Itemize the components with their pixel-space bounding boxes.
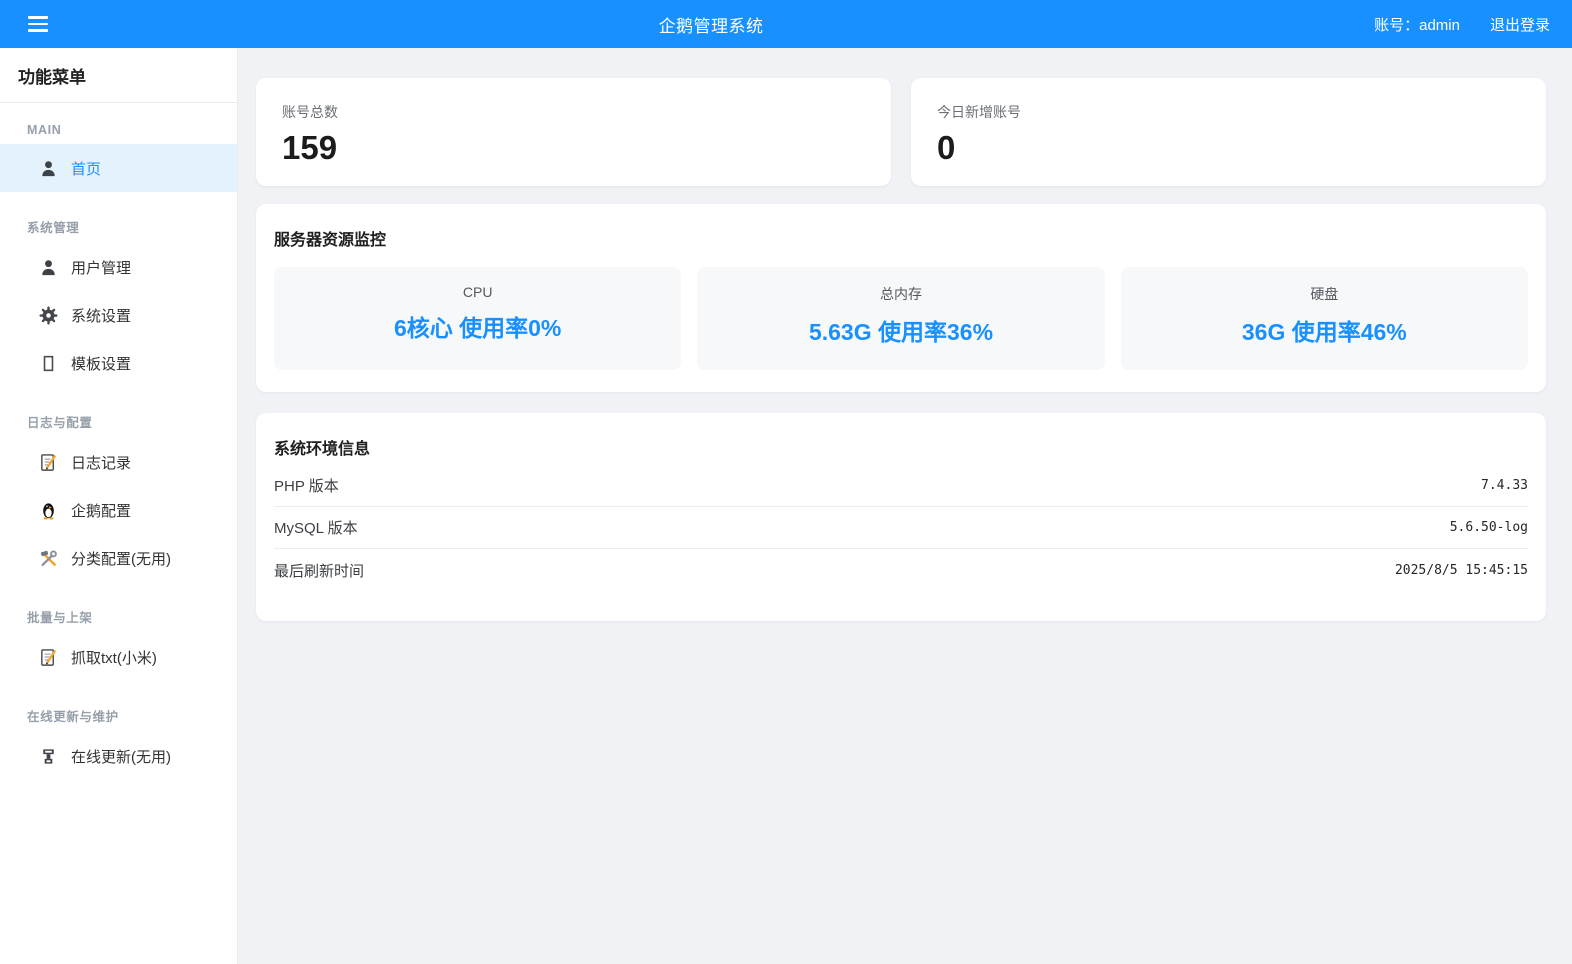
sidebar-section-update: 在线更新与维护: [27, 706, 209, 725]
sidebar-section-batch: 批量与上架: [27, 607, 209, 626]
sidebar-item-label: 首页: [71, 158, 101, 179]
env-row-php-version: PHP 版本 7.4.33: [274, 465, 1528, 507]
main-content: 账号总数 159 今日新增账号 0 服务器资源监控 CPU 6核心 使用率0% …: [238, 48, 1572, 964]
sidebar-item-grab-txt[interactable]: 抓取txt(小米): [0, 633, 237, 681]
metric-label: 硬盘: [1121, 284, 1528, 304]
sidebar-section-main: MAIN: [27, 123, 209, 137]
env-label: PHP 版本: [274, 475, 339, 496]
environment-title: 系统环境信息: [274, 435, 1528, 459]
logout-link[interactable]: 退出登录: [1490, 14, 1550, 35]
env-label: 最后刷新时间: [274, 560, 364, 581]
penguin-icon: [38, 500, 58, 520]
sidebar-item-penguin-config[interactable]: 企鹅配置: [0, 486, 237, 534]
plugin-icon: [38, 746, 58, 766]
user-icon: [38, 257, 58, 277]
stat-card-total-accounts: 账号总数 159: [256, 78, 891, 186]
metric-value: 36G 使用率46%: [1121, 313, 1528, 347]
stat-value: 159: [282, 130, 865, 166]
sidebar-item-label: 模板设置: [71, 353, 131, 374]
sidebar-item-system-settings[interactable]: 系统设置: [0, 291, 237, 339]
sidebar-section-logs: 日志与配置: [27, 412, 209, 431]
top-header: 企鹅管理系统 账号：admin 退出登录: [0, 0, 1572, 48]
stat-label: 今日新增账号: [937, 102, 1520, 122]
metric-value: 6核心 使用率0%: [274, 309, 681, 343]
metric-card-disk: 硬盘 36G 使用率46%: [1121, 267, 1528, 370]
gear-icon: [38, 305, 58, 325]
metric-card-cpu: CPU 6核心 使用率0%: [274, 267, 681, 370]
metric-label: 总内存: [697, 284, 1104, 304]
env-value: 7.4.33: [1481, 478, 1528, 493]
hamburger-menu-icon[interactable]: [28, 16, 48, 32]
memo-icon: [38, 647, 58, 667]
env-row-mysql-version: MySQL 版本 5.6.50-log: [274, 507, 1528, 549]
sidebar-item-label: 分类配置(无用): [71, 548, 171, 569]
sidebar-item-user-management[interactable]: 用户管理: [0, 243, 237, 291]
template-icon: [38, 353, 58, 373]
sidebar-item-label: 企鹅配置: [71, 500, 131, 521]
sidebar-item-log-records[interactable]: 日志记录: [0, 438, 237, 486]
stat-card-new-accounts-today: 今日新增账号 0: [911, 78, 1546, 186]
sidebar-item-label: 抓取txt(小米): [71, 647, 157, 668]
metric-card-memory: 总内存 5.63G 使用率36%: [697, 267, 1104, 370]
environment-panel: 系统环境信息 PHP 版本 7.4.33 MySQL 版本 5.6.50-log…: [256, 413, 1546, 621]
sidebar-item-label: 日志记录: [71, 452, 131, 473]
env-value: 2025/8/5 15:45:15: [1395, 563, 1528, 578]
sidebar-item-category-config[interactable]: 分类配置(无用): [0, 534, 237, 582]
metric-label: CPU: [274, 284, 681, 300]
stat-value: 0: [937, 130, 1520, 166]
sidebar-item-label: 用户管理: [71, 257, 131, 278]
sidebar-item-label: 系统设置: [71, 305, 131, 326]
env-label: MySQL 版本: [274, 517, 358, 538]
env-value: 5.6.50-log: [1450, 520, 1528, 535]
server-monitor-panel: 服务器资源监控 CPU 6核心 使用率0% 总内存 5.63G 使用率36% 硬…: [256, 204, 1546, 392]
sidebar-item-home[interactable]: 首页: [0, 144, 237, 192]
tools-icon: [38, 548, 58, 568]
app-title: 企鹅管理系统: [48, 12, 1374, 37]
metric-value: 5.63G 使用率36%: [697, 313, 1104, 347]
sidebar: 功能菜单 MAIN 首页 系统管理 用户管理 系统设置 模板设置: [0, 48, 238, 964]
user-icon: [38, 158, 58, 178]
env-row-last-refresh: 最后刷新时间 2025/8/5 15:45:15: [274, 549, 1528, 591]
sidebar-item-online-update[interactable]: 在线更新(无用): [0, 732, 237, 780]
sidebar-item-template-settings[interactable]: 模板设置: [0, 339, 237, 387]
sidebar-item-label: 在线更新(无用): [71, 746, 171, 767]
memo-icon: [38, 452, 58, 472]
sidebar-title: 功能菜单: [0, 48, 237, 103]
server-monitor-title: 服务器资源监控: [274, 226, 1528, 250]
stat-label: 账号总数: [282, 102, 865, 122]
account-label: 账号：admin: [1374, 14, 1460, 35]
sidebar-section-system: 系统管理: [27, 217, 209, 236]
